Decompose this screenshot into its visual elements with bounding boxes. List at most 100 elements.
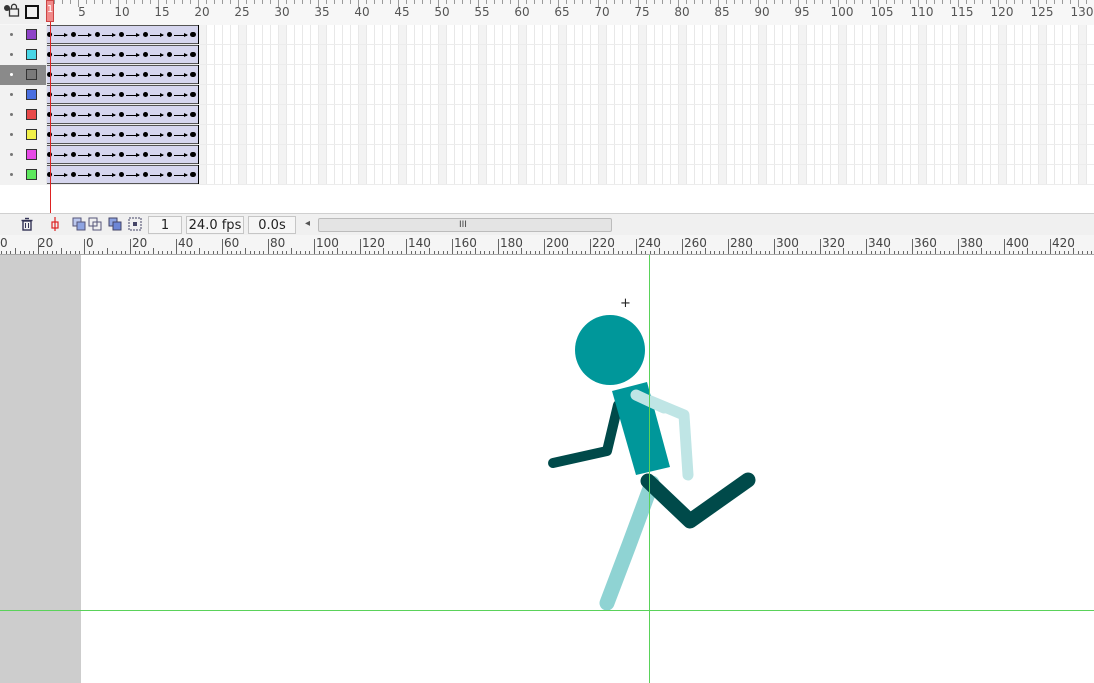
keyframe-icon[interactable] <box>143 172 148 177</box>
layer-outline-color-icon[interactable] <box>26 89 37 100</box>
keyframe-icon[interactable] <box>167 132 172 137</box>
keyframe-icon[interactable] <box>119 32 124 37</box>
stage[interactable]: + <box>0 255 1094 683</box>
keyframe-icon[interactable] <box>95 92 100 97</box>
layer-visibility-icon[interactable] <box>10 53 13 56</box>
layer-outline-color-icon[interactable] <box>26 169 37 180</box>
horizontal-guide[interactable] <box>0 610 1094 611</box>
onion-outline-icon[interactable] <box>88 217 102 231</box>
layer-outline-color-icon[interactable] <box>26 149 37 160</box>
keyframe-icon[interactable] <box>167 172 172 177</box>
keyframe-icon[interactable] <box>71 152 76 157</box>
layer-outline-color-icon[interactable] <box>26 29 37 40</box>
layer-row[interactable] <box>0 105 46 125</box>
keyframe-icon[interactable] <box>119 112 124 117</box>
keyframe-icon[interactable] <box>167 32 172 37</box>
layer-visibility-icon[interactable] <box>10 173 13 176</box>
keyframe-icon[interactable] <box>119 92 124 97</box>
keyframe-icon[interactable] <box>71 52 76 57</box>
keyframe-icon[interactable] <box>190 72 195 77</box>
frame-ruler-tick <box>830 0 831 4</box>
frame-ruler[interactable]: 5 10 15 20 25 30 35 40 45 50 55 60 65 70 75 80 85 90 95 100… <box>0 0 1094 26</box>
layer-row[interactable] <box>0 165 46 185</box>
layer-row[interactable] <box>0 45 46 65</box>
vertical-guide[interactable] <box>649 255 650 683</box>
keyframe-icon[interactable] <box>143 132 148 137</box>
motion-tween-span[interactable] <box>47 45 199 64</box>
keyframe-icon[interactable] <box>71 132 76 137</box>
layer-outline-color-icon[interactable] <box>26 69 37 80</box>
keyframe-icon[interactable] <box>167 152 172 157</box>
keyframe-icon[interactable] <box>167 52 172 57</box>
layer-visibility-icon[interactable] <box>10 73 13 76</box>
outline-all-icon[interactable] <box>25 5 39 19</box>
onion-marker-icon[interactable] <box>128 217 142 231</box>
center-frame-icon[interactable] <box>48 217 62 231</box>
keyframe-icon[interactable] <box>190 152 195 157</box>
keyframe-icon[interactable] <box>190 172 195 177</box>
scroll-left-arrow-icon[interactable]: ◂ <box>305 218 310 229</box>
motion-tween-span[interactable] <box>47 105 199 124</box>
keyframe-icon[interactable] <box>190 52 195 57</box>
trash-icon[interactable] <box>20 217 34 231</box>
keyframe-icon[interactable] <box>95 72 100 77</box>
keyframe-icon[interactable] <box>119 132 124 137</box>
keyframe-icon[interactable] <box>143 112 148 117</box>
motion-tween-span[interactable] <box>47 165 199 184</box>
keyframe-icon[interactable] <box>95 112 100 117</box>
keyframe-icon[interactable] <box>190 32 195 37</box>
layer-row[interactable] <box>0 145 46 165</box>
keyframe-icon[interactable] <box>143 152 148 157</box>
motion-tween-span[interactable] <box>47 65 199 84</box>
layer-visibility-icon[interactable] <box>10 113 13 116</box>
layer-row[interactable] <box>0 125 46 145</box>
keyframe-icon[interactable] <box>167 72 172 77</box>
keyframe-icon[interactable] <box>119 172 124 177</box>
layer-visibility-icon[interactable] <box>10 133 13 136</box>
timeline-horizontal-scrollbar[interactable]: III <box>318 218 612 232</box>
layer-row[interactable] <box>0 25 46 45</box>
layer-row[interactable] <box>0 65 46 85</box>
keyframe-icon[interactable] <box>190 112 195 117</box>
layer-visibility-icon[interactable] <box>10 93 13 96</box>
motion-tween-span[interactable] <box>47 145 199 164</box>
keyframe-icon[interactable] <box>190 92 195 97</box>
keyframe-icon[interactable] <box>71 32 76 37</box>
onion-skin-icon[interactable] <box>72 217 86 231</box>
motion-tween-span[interactable] <box>47 125 199 144</box>
frame-grid[interactable] <box>46 25 1094 185</box>
keyframe-icon[interactable] <box>95 52 100 57</box>
motion-tween-span[interactable] <box>47 85 199 104</box>
keyframe-icon[interactable] <box>119 152 124 157</box>
keyframe-icon[interactable] <box>71 92 76 97</box>
keyframe-icon[interactable] <box>71 72 76 77</box>
layer-visibility-icon[interactable] <box>10 33 13 36</box>
layer-outline-color-icon[interactable] <box>26 109 37 120</box>
keyframe-icon[interactable] <box>95 32 100 37</box>
keyframe-icon[interactable] <box>71 112 76 117</box>
keyframe-icon[interactable] <box>143 92 148 97</box>
keyframe-icon[interactable] <box>190 132 195 137</box>
layer-visibility-icon[interactable] <box>10 153 13 156</box>
lock-all-icon[interactable] <box>8 3 20 17</box>
current-frame-field[interactable]: 1 <box>148 216 182 234</box>
keyframe-icon[interactable] <box>167 92 172 97</box>
tween-arrow-icon <box>78 173 92 177</box>
stick-figure-runner[interactable] <box>0 255 1094 683</box>
keyframe-icon[interactable] <box>143 32 148 37</box>
motion-tween-span[interactable] <box>47 25 199 44</box>
keyframe-icon[interactable] <box>71 172 76 177</box>
layer-outline-color-icon[interactable] <box>26 49 37 60</box>
keyframe-icon[interactable] <box>95 172 100 177</box>
keyframe-icon[interactable] <box>119 72 124 77</box>
edit-multiple-frames-icon[interactable] <box>108 217 122 231</box>
keyframe-icon[interactable] <box>119 52 124 57</box>
keyframe-icon[interactable] <box>167 112 172 117</box>
frame-rate-field[interactable]: 24.0 fps <box>186 216 244 234</box>
keyframe-icon[interactable] <box>143 72 148 77</box>
keyframe-icon[interactable] <box>95 132 100 137</box>
layer-outline-color-icon[interactable] <box>26 129 37 140</box>
keyframe-icon[interactable] <box>95 152 100 157</box>
keyframe-icon[interactable] <box>143 52 148 57</box>
layer-row[interactable] <box>0 85 46 105</box>
